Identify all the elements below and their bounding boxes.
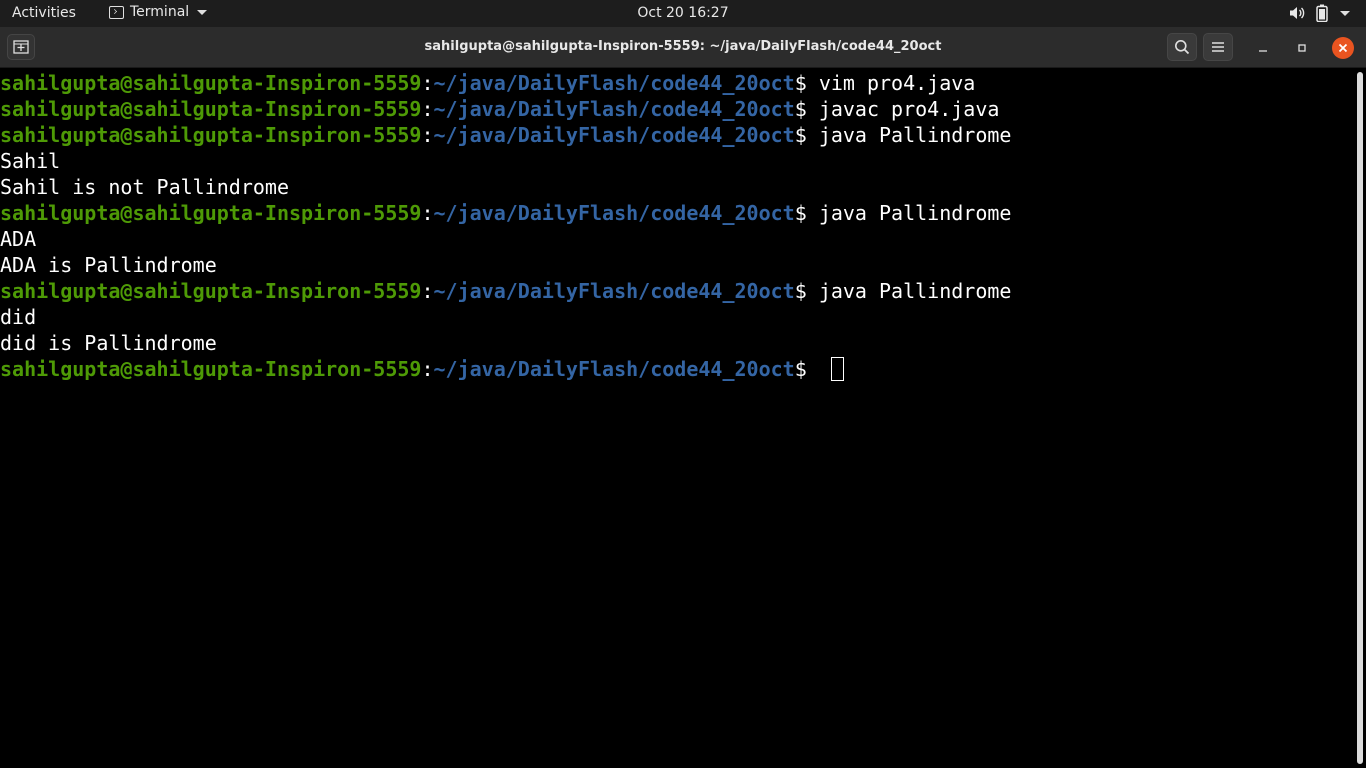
command-text: vim pro4.java (818, 71, 976, 95)
prompt-line: sahilgupta@sahilgupta-Inspiron-5559:~/ja… (0, 278, 1354, 304)
output-line: did is Pallindrome (0, 331, 217, 355)
text-cursor (830, 357, 844, 381)
chevron-down-icon (197, 9, 208, 15)
new-tab-button[interactable] (7, 34, 35, 60)
close-button[interactable] (1332, 37, 1354, 59)
output-line: ADA (0, 227, 37, 251)
output-line: ADA is Pallindrome (0, 253, 217, 277)
hamburger-menu-icon (1212, 42, 1224, 52)
maximize-button[interactable] (1292, 38, 1312, 58)
prompt-dollar: $ (794, 71, 819, 95)
prompt-separator: : (421, 279, 434, 303)
prompt-path: ~/java/DailyFlash/code44_20oct (433, 357, 795, 381)
battery-icon[interactable] (1316, 4, 1328, 22)
prompt-user: sahilgupta@sahilgupta-Inspiron-5559 (0, 71, 422, 95)
prompt-path: ~/java/DailyFlash/code44_20oct (433, 279, 795, 303)
prompt-separator: : (421, 71, 434, 95)
prompt-line: sahilgupta@sahilgupta-Inspiron-5559:~/ja… (0, 122, 1354, 148)
minimize-button[interactable] (1253, 38, 1273, 58)
output-line: Sahil is not Pallindrome (0, 175, 289, 199)
scrollbar[interactable] (1354, 68, 1366, 768)
prompt-dollar: $ (794, 97, 819, 121)
command-text: javac pro4.java (818, 97, 1000, 121)
prompt-path: ~/java/DailyFlash/code44_20oct (433, 97, 795, 121)
minimize-icon (1259, 50, 1267, 52)
prompt-line: sahilgupta@sahilgupta-Inspiron-5559:~/ja… (0, 70, 1354, 96)
prompt-dollar: $ (794, 201, 819, 225)
maximize-icon (1298, 44, 1306, 52)
window-title: sahilgupta@sahilgupta-Inspiron-5559: ~/j… (424, 39, 942, 54)
activities-button[interactable]: Activities (12, 5, 76, 21)
volume-icon[interactable] (1288, 5, 1306, 21)
app-menu-label: Terminal (130, 4, 190, 20)
output-line: Sahil (0, 149, 61, 173)
top-bar: Activities Terminal Oct 20 16:27 (0, 0, 1366, 27)
system-tray[interactable] (1288, 4, 1350, 22)
prompt-separator: : (421, 123, 434, 147)
prompt-dollar: $ (794, 357, 819, 381)
prompt-line: sahilgupta@sahilgupta-Inspiron-5559:~/ja… (0, 96, 1354, 122)
prompt-user: sahilgupta@sahilgupta-Inspiron-5559 (0, 123, 422, 147)
terminal-app-icon (109, 5, 124, 19)
prompt-line: sahilgupta@sahilgupta-Inspiron-5559:~/ja… (0, 200, 1354, 226)
command-text: java Pallindrome (818, 123, 1012, 147)
command-text: java Pallindrome (818, 279, 1012, 303)
prompt-user: sahilgupta@sahilgupta-Inspiron-5559 (0, 279, 422, 303)
prompt-separator: : (421, 97, 434, 121)
prompt-user: sahilgupta@sahilgupta-Inspiron-5559 (0, 97, 422, 121)
prompt-separator: : (421, 201, 434, 225)
menu-button[interactable] (1203, 33, 1233, 61)
close-icon (1338, 43, 1348, 53)
terminal-output[interactable]: sahilgupta@sahilgupta-Inspiron-5559:~/ja… (0, 68, 1354, 768)
prompt-path: ~/java/DailyFlash/code44_20oct (433, 123, 795, 147)
app-menu[interactable]: Terminal (109, 4, 208, 20)
new-tab-icon (13, 40, 29, 54)
system-menu-chevron-icon[interactable] (1338, 10, 1350, 16)
prompt-path: ~/java/DailyFlash/code44_20oct (433, 201, 795, 225)
prompt-user: sahilgupta@sahilgupta-Inspiron-5559 (0, 201, 422, 225)
output-line: did (0, 305, 37, 329)
prompt-dollar: $ (794, 279, 819, 303)
clock[interactable]: Oct 20 16:27 (637, 5, 728, 21)
search-button[interactable] (1167, 33, 1197, 61)
prompt-line: sahilgupta@sahilgupta-Inspiron-5559:~/ja… (0, 356, 1354, 382)
scrollbar-thumb[interactable] (1357, 72, 1363, 764)
prompt-separator: : (421, 357, 434, 381)
window-header-bar: sahilgupta@sahilgupta-Inspiron-5559: ~/j… (0, 27, 1366, 68)
command-text: java Pallindrome (818, 201, 1012, 225)
prompt-path: ~/java/DailyFlash/code44_20oct (433, 71, 795, 95)
prompt-dollar: $ (794, 123, 819, 147)
search-icon (1175, 40, 1190, 55)
prompt-user: sahilgupta@sahilgupta-Inspiron-5559 (0, 357, 422, 381)
